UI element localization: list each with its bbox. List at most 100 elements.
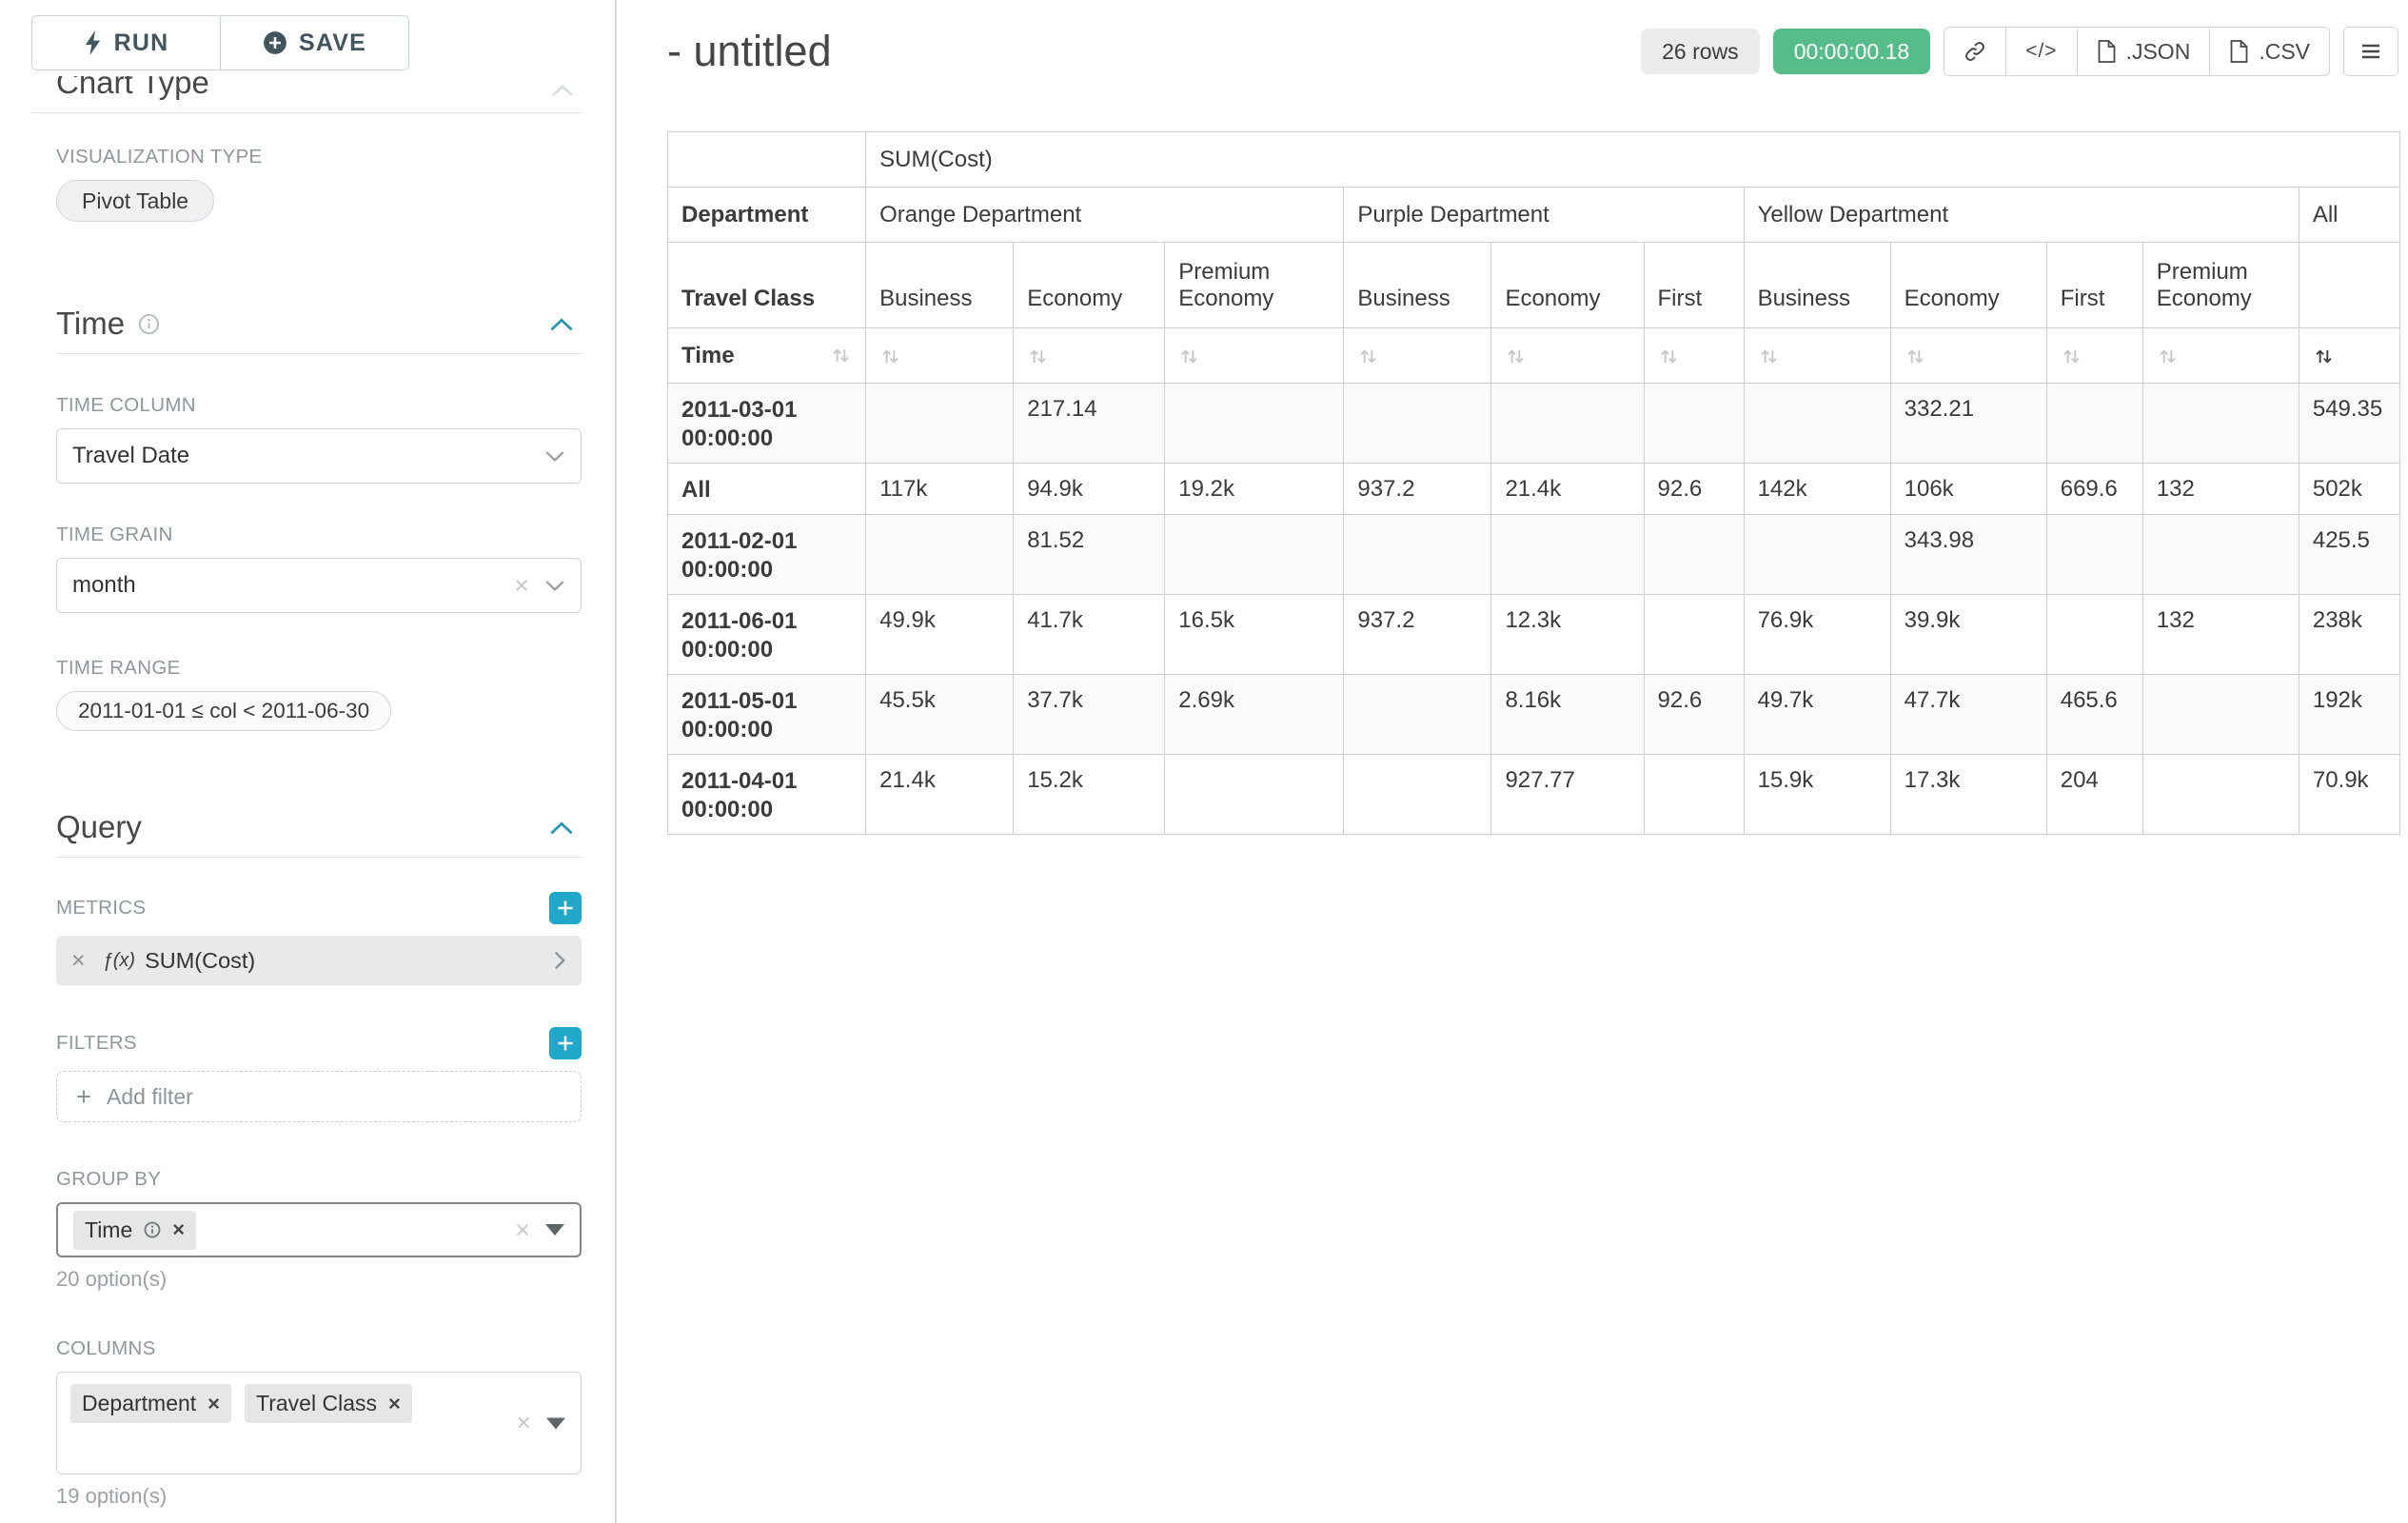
pivot-value-cell [2046,515,2142,595]
column-dimension-label: Department [668,188,866,243]
caret-down-icon [545,1224,564,1236]
add-filter-button[interactable] [549,1027,582,1059]
more-options-button[interactable] [2343,27,2398,76]
sort-icon[interactable] [1758,346,1780,367]
export-csv-button[interactable]: .CSV [2210,27,2330,76]
time-column-label: TIME COLUMN [56,394,582,417]
function-icon: ƒ(x) [103,950,135,972]
sort-icon[interactable] [830,345,852,366]
metric-name: SUM(Cost) [145,948,255,974]
pivot-row: 2011-04-01 00:00:0021.4k15.2k927.7715.9k… [668,755,2400,835]
pivot-value-cell: 132 [2142,464,2299,515]
add-filter-dropzone[interactable]: Add filter [56,1071,582,1122]
code-icon: </> [2025,40,2057,63]
columns-tag[interactable]: Travel Class × [245,1384,412,1423]
column-header: Business [1344,243,1491,328]
save-button[interactable]: SAVE [220,16,408,69]
remove-tag-icon[interactable]: × [207,1394,220,1414]
pivot-corner-cell [668,132,866,188]
chart-header: - untitled 26 rows 00:00:00.18 </> [667,25,2398,78]
export-json-label: .JSON [2126,39,2191,65]
column-header: Economy [1491,243,1644,328]
run-save-button-group: RUN SAVE [31,15,409,70]
pivot-value-cell [1744,384,1890,464]
pivot-value-cell [1644,595,1744,675]
pivot-value-cell: 70.9k [2299,755,2399,835]
sort-icon-active[interactable] [2313,346,2335,367]
run-button[interactable]: RUN [32,16,220,69]
time-section-header[interactable]: Time [56,306,582,342]
file-icon [2229,40,2249,63]
pivot-value-cell [866,515,1014,595]
pivot-value-cell: 76.9k [1744,595,1890,675]
add-metric-button[interactable] [549,892,582,924]
pivot-value-cell [1491,515,1644,595]
sort-icon[interactable] [879,346,901,367]
time-column-select[interactable]: Travel Date [56,428,582,484]
chevron-up-icon[interactable] [549,820,574,836]
pivot-row-label: 2011-02-01 00:00:00 [668,515,866,595]
viz-type-pill[interactable]: Pivot Table [56,180,214,222]
query-section-header[interactable]: Query [56,809,582,845]
columns-label: COLUMNS [56,1337,582,1360]
remove-metric-icon[interactable]: × [71,949,86,973]
sort-column-header [1644,328,1744,384]
pivot-value-cell: 117k [866,464,1014,515]
info-icon[interactable] [144,1221,161,1238]
chevron-right-icon[interactable] [552,949,566,972]
share-link-button[interactable] [1944,27,2006,76]
sort-icon[interactable] [1658,346,1680,367]
columns-tag[interactable]: Department × [70,1384,231,1423]
filters-label: FILTERS [56,1032,137,1055]
group-by-select[interactable]: Time × × [56,1202,582,1257]
pivot-value-cell: 37.7k [1014,675,1165,755]
pivot-value-cell [1165,515,1344,595]
pivot-value-cell: 343.98 [1890,515,2046,595]
hamburger-icon [2359,40,2382,63]
sort-icon[interactable] [1178,346,1200,367]
sort-icon[interactable] [1357,346,1379,367]
sort-icon[interactable] [2157,346,2179,367]
viz-type-label: VISUALIZATION TYPE [56,146,582,168]
chart-type-section-header[interactable]: Chart Type [56,76,582,101]
divider [56,857,582,858]
group-header: Orange Department [866,188,1344,243]
column-header: First [2046,243,2142,328]
clear-icon[interactable]: × [514,573,529,599]
columns-select[interactable]: Department × Travel Class × × [56,1372,582,1474]
sort-icon[interactable] [1505,346,1527,367]
pivot-value-cell: 16.5k [1165,595,1344,675]
pivot-value-cell [1165,384,1344,464]
export-json-button[interactable]: .JSON [2078,27,2211,76]
pivot-value-cell: 238k [2299,595,2399,675]
pivot-row: 2011-06-01 00:00:0049.9k41.7k16.5k937.21… [668,595,2400,675]
query-timer-badge: 00:00:00.18 [1773,29,1931,74]
remove-tag-icon[interactable]: × [172,1219,185,1240]
group-by-label: GROUP BY [56,1168,582,1191]
chevron-down-icon [544,579,565,592]
time-range-pill[interactable]: 2011-01-01 ≤ col < 2011-06-30 [56,691,391,731]
pivot-value-cell: 39.9k [1890,595,2046,675]
link-icon [1964,40,1986,63]
sort-icon[interactable] [2061,346,2082,367]
plus-circle-icon [263,30,287,55]
chart-type-title: Chart Type [56,76,582,101]
chevron-up-icon[interactable] [549,316,574,332]
view-query-button[interactable]: </> [2006,27,2077,76]
sort-icon[interactable] [1027,346,1049,367]
column-subdimension-label: Travel Class [668,243,866,328]
time-column-value: Travel Date [72,443,189,469]
pivot-table: SUM(Cost)DepartmentOrange DepartmentPurp… [667,131,2400,835]
sort-icon[interactable] [1905,346,1926,367]
time-grain-select[interactable]: month × [56,558,582,613]
clear-icon[interactable]: × [515,1217,530,1243]
pivot-value-cell: 8.16k [1491,675,1644,755]
info-icon[interactable] [138,313,160,335]
group-by-tag[interactable]: Time × [73,1211,196,1250]
pivot-value-cell [1344,755,1491,835]
remove-tag-icon[interactable]: × [388,1394,401,1414]
sort-column-header [1344,328,1491,384]
clear-icon[interactable]: × [516,1411,531,1436]
pivot-value-cell [1165,755,1344,835]
metric-item[interactable]: × ƒ(x) SUM(Cost) [56,936,582,985]
